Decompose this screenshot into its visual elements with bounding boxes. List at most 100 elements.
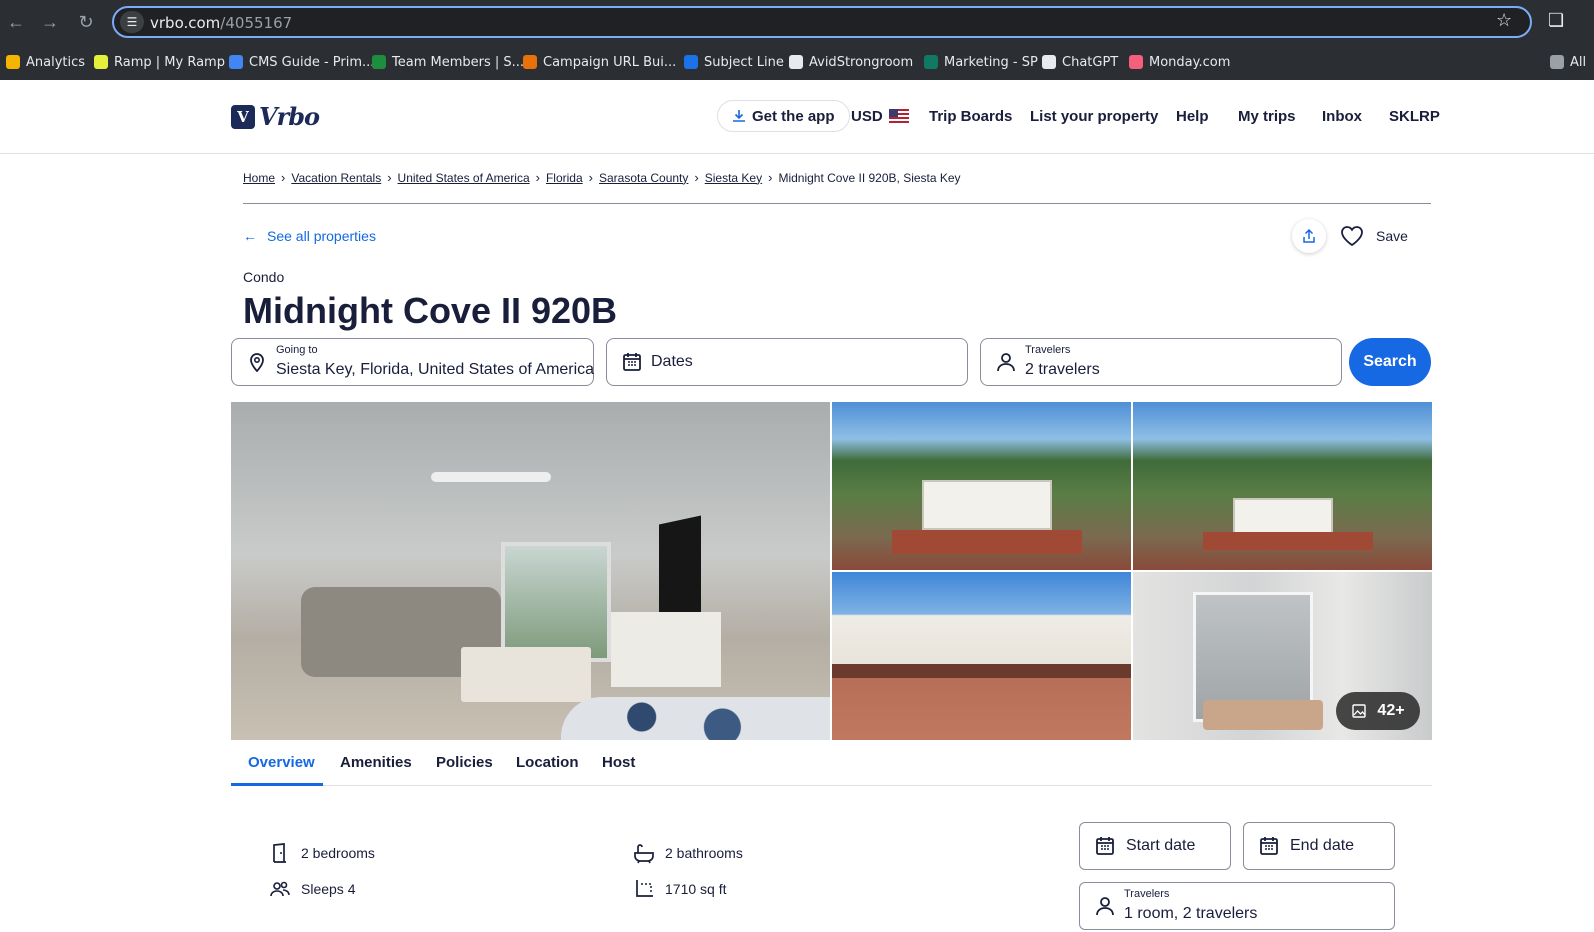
- forward-arrow-icon[interactable]: →: [40, 12, 60, 32]
- tab-host[interactable]: Host: [602, 754, 635, 771]
- bookmark-item[interactable]: All: [1550, 53, 1586, 71]
- bookmark-item[interactable]: Campaign URL Bui...: [523, 53, 676, 71]
- tab-location[interactable]: Location: [516, 754, 579, 771]
- person-icon: [1096, 897, 1114, 916]
- bookmark-item[interactable]: Ramp | My Ramp: [94, 53, 225, 71]
- nav-account[interactable]: SKLRP: [1389, 108, 1440, 125]
- nav-my-trips[interactable]: My trips: [1238, 108, 1296, 125]
- bookmark-star-icon[interactable]: ☆: [1496, 10, 1512, 31]
- bookmark-label: Campaign URL Bui...: [543, 54, 677, 70]
- nav-trip-boards[interactable]: Trip Boards: [929, 108, 1012, 125]
- booking-travelers-label: Travelers: [1124, 888, 1170, 900]
- bookmark-label: Subject Line: [704, 54, 784, 70]
- sqft-text: 1710 sq ft: [665, 881, 727, 897]
- feature-bathrooms: 2 bathrooms: [633, 842, 743, 864]
- breadcrumb-vacation-rentals[interactable]: Vacation Rentals: [291, 171, 381, 185]
- tab-policies[interactable]: Policies: [436, 754, 493, 771]
- see-all-properties-link[interactable]: ← See all properties: [243, 228, 376, 244]
- breadcrumb-sarasota-county[interactable]: Sarasota County: [599, 171, 688, 185]
- bookmark-item[interactable]: Marketing - SP: [924, 53, 1038, 71]
- bookmark-label: ChatGPT: [1062, 54, 1119, 70]
- chevron-right-icon: ›: [281, 170, 286, 185]
- breadcrumb: Home › Vacation Rentals › United States …: [243, 170, 961, 185]
- nav-help[interactable]: Help: [1176, 108, 1209, 125]
- search-button[interactable]: Search: [1349, 338, 1431, 386]
- reload-icon[interactable]: ↻: [76, 12, 96, 32]
- vrbo-logo[interactable]: V Vrbo: [231, 102, 320, 131]
- get-the-app-button[interactable]: Get the app: [717, 100, 850, 132]
- dates-field[interactable]: Dates: [606, 338, 968, 386]
- see-all-properties-label: See all properties: [267, 228, 376, 244]
- breadcrumb-usa[interactable]: United States of America: [398, 171, 530, 185]
- chevron-right-icon: ›: [768, 170, 773, 185]
- property-title: Midnight Cove II 920B: [243, 290, 618, 331]
- feature-sleeps: Sleeps 4: [269, 878, 355, 900]
- sleeps-text: Sleeps 4: [301, 881, 356, 897]
- share-icon: [1303, 228, 1315, 243]
- save-button[interactable]: Save: [1340, 225, 1408, 247]
- feature-sqft: 1710 sq ft: [633, 878, 727, 900]
- bookmark-item[interactable]: Team Members | S...: [372, 53, 524, 71]
- breadcrumb-current: Midnight Cove II 920B, Siesta Key: [778, 170, 961, 185]
- site-info-icon[interactable]: ☰: [120, 11, 144, 33]
- bookmark-favicon-icon: [1129, 55, 1143, 69]
- bookmark-favicon-icon: [372, 55, 386, 69]
- start-date-field[interactable]: Start date: [1079, 822, 1231, 870]
- bookmark-item[interactable]: AvidStrongroom: [789, 53, 913, 71]
- bookmark-item[interactable]: Analytics: [6, 53, 85, 71]
- bookmark-label: Marketing - SP: [944, 54, 1038, 70]
- chevron-right-icon: ›: [535, 170, 540, 185]
- back-arrow-icon[interactable]: ←: [6, 12, 26, 32]
- going-to-label: Going to: [276, 344, 318, 356]
- travelers-field[interactable]: Travelers 2 travelers: [980, 338, 1342, 386]
- bookmark-favicon-icon: [523, 55, 537, 69]
- feature-bedrooms: 2 bedrooms: [269, 842, 375, 864]
- photo-living-room[interactable]: [231, 402, 830, 740]
- bookmark-favicon-icon: [789, 55, 803, 69]
- nav-inbox[interactable]: Inbox: [1322, 108, 1362, 125]
- photo-aerial-front[interactable]: [832, 402, 1131, 570]
- save-label: Save: [1376, 228, 1408, 244]
- going-to-field[interactable]: Going to Siesta Key, Florida, United Sta…: [231, 338, 594, 386]
- logo-mark-icon: V: [231, 104, 255, 129]
- bookmark-item[interactable]: Monday.com: [1129, 53, 1230, 71]
- breadcrumb-home[interactable]: Home: [243, 171, 275, 185]
- tab-overview[interactable]: Overview: [248, 754, 315, 771]
- gallery-icon: [1352, 704, 1367, 718]
- section-tabs: Overview Amenities Policies Location Hos…: [231, 742, 1432, 786]
- chevron-right-icon: ›: [588, 170, 593, 185]
- end-date-field[interactable]: End date: [1243, 822, 1395, 870]
- currency-selector[interactable]: USD: [851, 108, 909, 125]
- bookmark-item[interactable]: CMS Guide - Prim...: [229, 53, 374, 71]
- address-bar[interactable]: ☰ vrbo.com/4055167: [112, 6, 1532, 38]
- door-icon: [273, 843, 286, 863]
- extensions-icon[interactable]: ❏: [1548, 10, 1564, 31]
- chevron-right-icon: ›: [694, 170, 699, 185]
- calendar-icon: [623, 353, 641, 371]
- photo-aerial-wide[interactable]: [1133, 402, 1432, 570]
- travelers-label: Travelers: [1025, 344, 1071, 356]
- view-all-photos-button[interactable]: 42+: [1336, 692, 1420, 730]
- bookmark-item[interactable]: ChatGPT: [1042, 53, 1118, 71]
- bathtub-icon: [634, 844, 654, 864]
- get-the-app-label: Get the app: [752, 107, 835, 125]
- currency-label: USD: [851, 108, 883, 125]
- booking-travelers-field[interactable]: Travelers 1 room, 2 travelers: [1079, 882, 1395, 930]
- photo-building-exterior[interactable]: [832, 572, 1131, 740]
- bookmark-label: CMS Guide - Prim...: [249, 54, 375, 70]
- bookmark-item[interactable]: Subject Line: [684, 53, 784, 71]
- calendar-icon: [1096, 837, 1114, 855]
- bookmark-favicon-icon: [1550, 55, 1564, 69]
- bookmark-label: All: [1570, 54, 1587, 70]
- nav-list-your-property[interactable]: List your property: [1030, 108, 1158, 125]
- bookmark-label: Team Members | S...: [392, 54, 525, 70]
- dates-placeholder: Dates: [651, 353, 693, 370]
- active-tab-indicator: [231, 783, 323, 786]
- booking-travelers-value: 1 room, 2 travelers: [1124, 905, 1258, 922]
- share-button[interactable]: [1292, 219, 1326, 253]
- tab-amenities[interactable]: Amenities: [340, 754, 412, 771]
- us-flag-icon: [888, 109, 909, 123]
- bookmark-label: AvidStrongroom: [809, 54, 914, 70]
- breadcrumb-siesta-key[interactable]: Siesta Key: [705, 171, 762, 185]
- breadcrumb-florida[interactable]: Florida: [546, 171, 583, 185]
